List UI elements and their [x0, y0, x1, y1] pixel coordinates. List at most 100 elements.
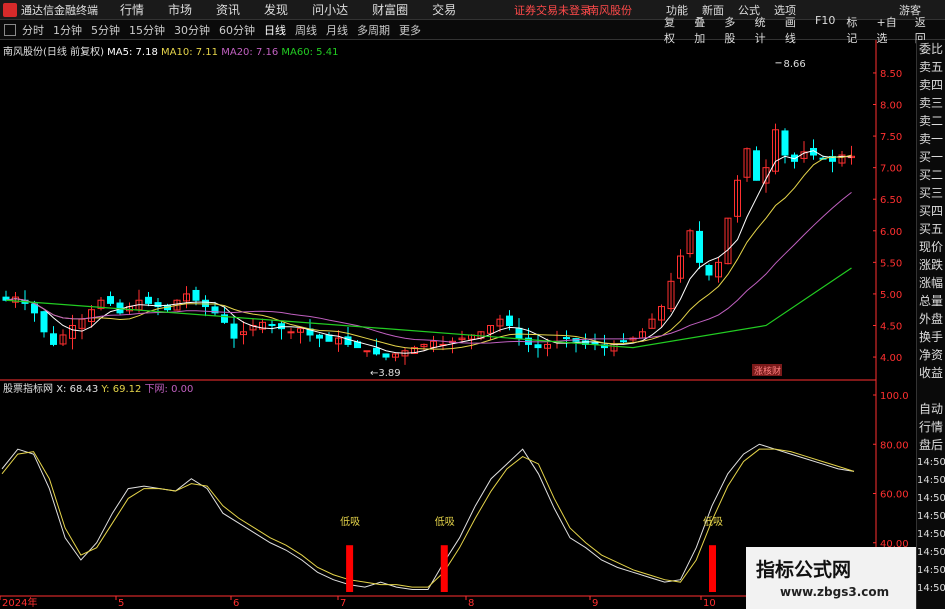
side-panel-label[interactable]: 买五 — [917, 220, 945, 238]
main-chart-legend: 南风股份(日线 前复权) MA5: 7.18 MA10: 7.11 MA20: … — [3, 43, 338, 58]
signal-label: 低吸 — [340, 515, 360, 528]
watermark-url: www.zbgs3.com — [780, 585, 890, 599]
app-title: 通达信金融终端 — [21, 3, 98, 17]
candle-body — [316, 334, 323, 339]
high-price-label: 8.66 — [784, 59, 806, 70]
price-axis-label: 5.50 — [880, 258, 902, 269]
period-30min[interactable]: 30分钟 — [174, 22, 210, 38]
date-axis-label: 5 — [118, 598, 124, 609]
candle-body — [278, 323, 285, 330]
candle-body — [107, 296, 114, 304]
side-panel-label[interactable]: 现价 — [917, 238, 945, 256]
indicator-y-line — [1, 448, 855, 588]
signal-bar — [709, 545, 716, 592]
side-panel-label[interactable]: 14:50 — [917, 562, 945, 580]
indicator-axis-label: 60.00 — [880, 490, 909, 501]
indicator-title: 股票指标网 — [3, 384, 53, 395]
signal-label: 低吸 — [435, 515, 455, 528]
candle-body — [325, 334, 333, 342]
period-daily[interactable]: 日线 — [264, 22, 286, 38]
candle-body — [534, 344, 542, 349]
candle-body — [373, 347, 380, 355]
ma5-legend: MA5: 7.18 — [107, 47, 158, 58]
side-panel-label[interactable]: 买四 — [917, 202, 945, 220]
side-panel-label[interactable]: 买一 — [917, 148, 945, 166]
side-panel-label[interactable]: 涨跌 — [917, 256, 945, 274]
candle-body — [40, 311, 48, 333]
signal-bar — [346, 545, 354, 592]
date-axis-label: 2024年 — [2, 596, 37, 609]
low-price-label: ←3.89 — [370, 368, 401, 379]
side-panel-label[interactable]: 卖五 — [917, 58, 945, 76]
side-panel-label[interactable]: 外盘 — [917, 310, 945, 328]
price-axis-label: 7.50 — [880, 132, 902, 143]
side-panel-label[interactable]: 行情 — [917, 418, 945, 436]
side-panel-label[interactable]: 卖一 — [917, 130, 945, 148]
menu-item-wealth[interactable]: 财富圈 — [372, 1, 408, 18]
candle-body — [202, 299, 209, 308]
side-panel-label[interactable]: 14:50 — [917, 544, 945, 562]
ma60-legend: MA60: 5.41 — [281, 47, 339, 58]
menu-item-news[interactable]: 资讯 — [216, 1, 240, 18]
period-multi[interactable]: 多周期 — [357, 22, 390, 38]
login-alert[interactable]: 证券交易未登录 — [514, 2, 591, 18]
side-panel-label[interactable]: 收益 — [917, 364, 945, 382]
period-15min[interactable]: 15分钟 — [129, 22, 165, 38]
side-panel-label[interactable]: 卖四 — [917, 76, 945, 94]
side-panel-label[interactable]: 盘后 — [917, 436, 945, 454]
side-panel-label[interactable]: 委比 — [917, 40, 945, 58]
candle-body — [145, 296, 152, 304]
side-panel-label[interactable]: 14:50 — [917, 526, 945, 544]
candle-body — [268, 323, 276, 326]
side-panel-label[interactable]: 14:50 — [917, 508, 945, 526]
candle-body — [192, 289, 200, 301]
period-weekly[interactable]: 周线 — [295, 22, 317, 38]
side-panel-label[interactable]: 14:50 — [917, 490, 945, 508]
quote-side-panel: 委比 卖五 卖四 卖三 卖二 卖一 买一 买二 买三 买四 买五 现价 涨跌 涨幅 总量 外盘 换手 净资 收益自动… — [916, 40, 945, 609]
side-panel-label[interactable]: 涨幅 — [917, 274, 945, 292]
candle-body — [781, 130, 789, 156]
period-1min[interactable]: 1分钟 — [53, 22, 82, 38]
candle-body — [230, 323, 238, 339]
ma10-legend: MA10: 7.11 — [161, 47, 219, 58]
indicator-axis-label: 80.00 — [880, 440, 909, 451]
side-panel-label[interactable] — [917, 382, 945, 400]
side-panel-label[interactable]: 卖三 — [917, 94, 945, 112]
menu-item-ask[interactable]: 问小达 — [312, 1, 348, 18]
badge-text: 涨核财 — [754, 365, 781, 377]
candle-body — [382, 353, 390, 358]
side-panel-label[interactable]: 卖二 — [917, 112, 945, 130]
price-axis-label: 8.00 — [880, 101, 902, 112]
side-panel-label[interactable]: 自动 — [917, 400, 945, 418]
side-panel-label[interactable]: 14:50 — [917, 454, 945, 472]
period-toolbar: 分时 1分钟 5分钟 15分钟 30分钟 60分钟 日线 周线 月线 多周期 更… — [0, 14, 945, 45]
candle-body — [344, 336, 352, 345]
indicator-legend: 股票指标网 X: 68.43 Y: 69.12 下网: 0.00 — [3, 380, 193, 395]
candle-body — [753, 150, 760, 181]
menu-item-trade[interactable]: 交易 — [432, 1, 456, 18]
ma20-legend: MA20: 7.16 — [221, 47, 279, 58]
side-panel-label[interactable]: 总量 — [917, 292, 945, 310]
side-panel-label[interactable]: 换手 — [917, 328, 945, 346]
collapse-icon[interactable] — [4, 23, 16, 36]
menu-item-quotes[interactable]: 行情 — [120, 1, 144, 18]
period-monthly[interactable]: 月线 — [326, 22, 348, 38]
menu-item-market[interactable]: 市场 — [168, 1, 192, 18]
chart-area[interactable]: 8.50 8.00 7.50 7.00 6.50 6.00 5.50 5.00 4.50 4.00… — [0, 40, 916, 609]
period-tick[interactable]: 分时 — [22, 22, 44, 38]
menu-item-discover[interactable]: 发现 — [264, 1, 288, 18]
side-panel-label[interactable]: 14:50 — [917, 472, 945, 490]
signal-label: 低吸 — [703, 515, 723, 528]
candle-body — [563, 337, 570, 340]
side-panel-label[interactable]: 14:50 — [917, 580, 945, 598]
period-5min[interactable]: 5分钟 — [91, 22, 120, 38]
side-panel-label[interactable]: 买三 — [917, 184, 945, 202]
date-axis-label: 7 — [340, 598, 346, 609]
period-60min[interactable]: 60分钟 — [219, 22, 255, 38]
price-axis-label: 6.50 — [880, 195, 902, 206]
date-axis-label: 8 — [468, 598, 474, 609]
side-panel-label[interactable]: 买二 — [917, 166, 945, 184]
candle-body — [31, 303, 38, 314]
side-panel-label[interactable]: 净资 — [917, 346, 945, 364]
period-more[interactable]: 更多 — [399, 22, 421, 38]
